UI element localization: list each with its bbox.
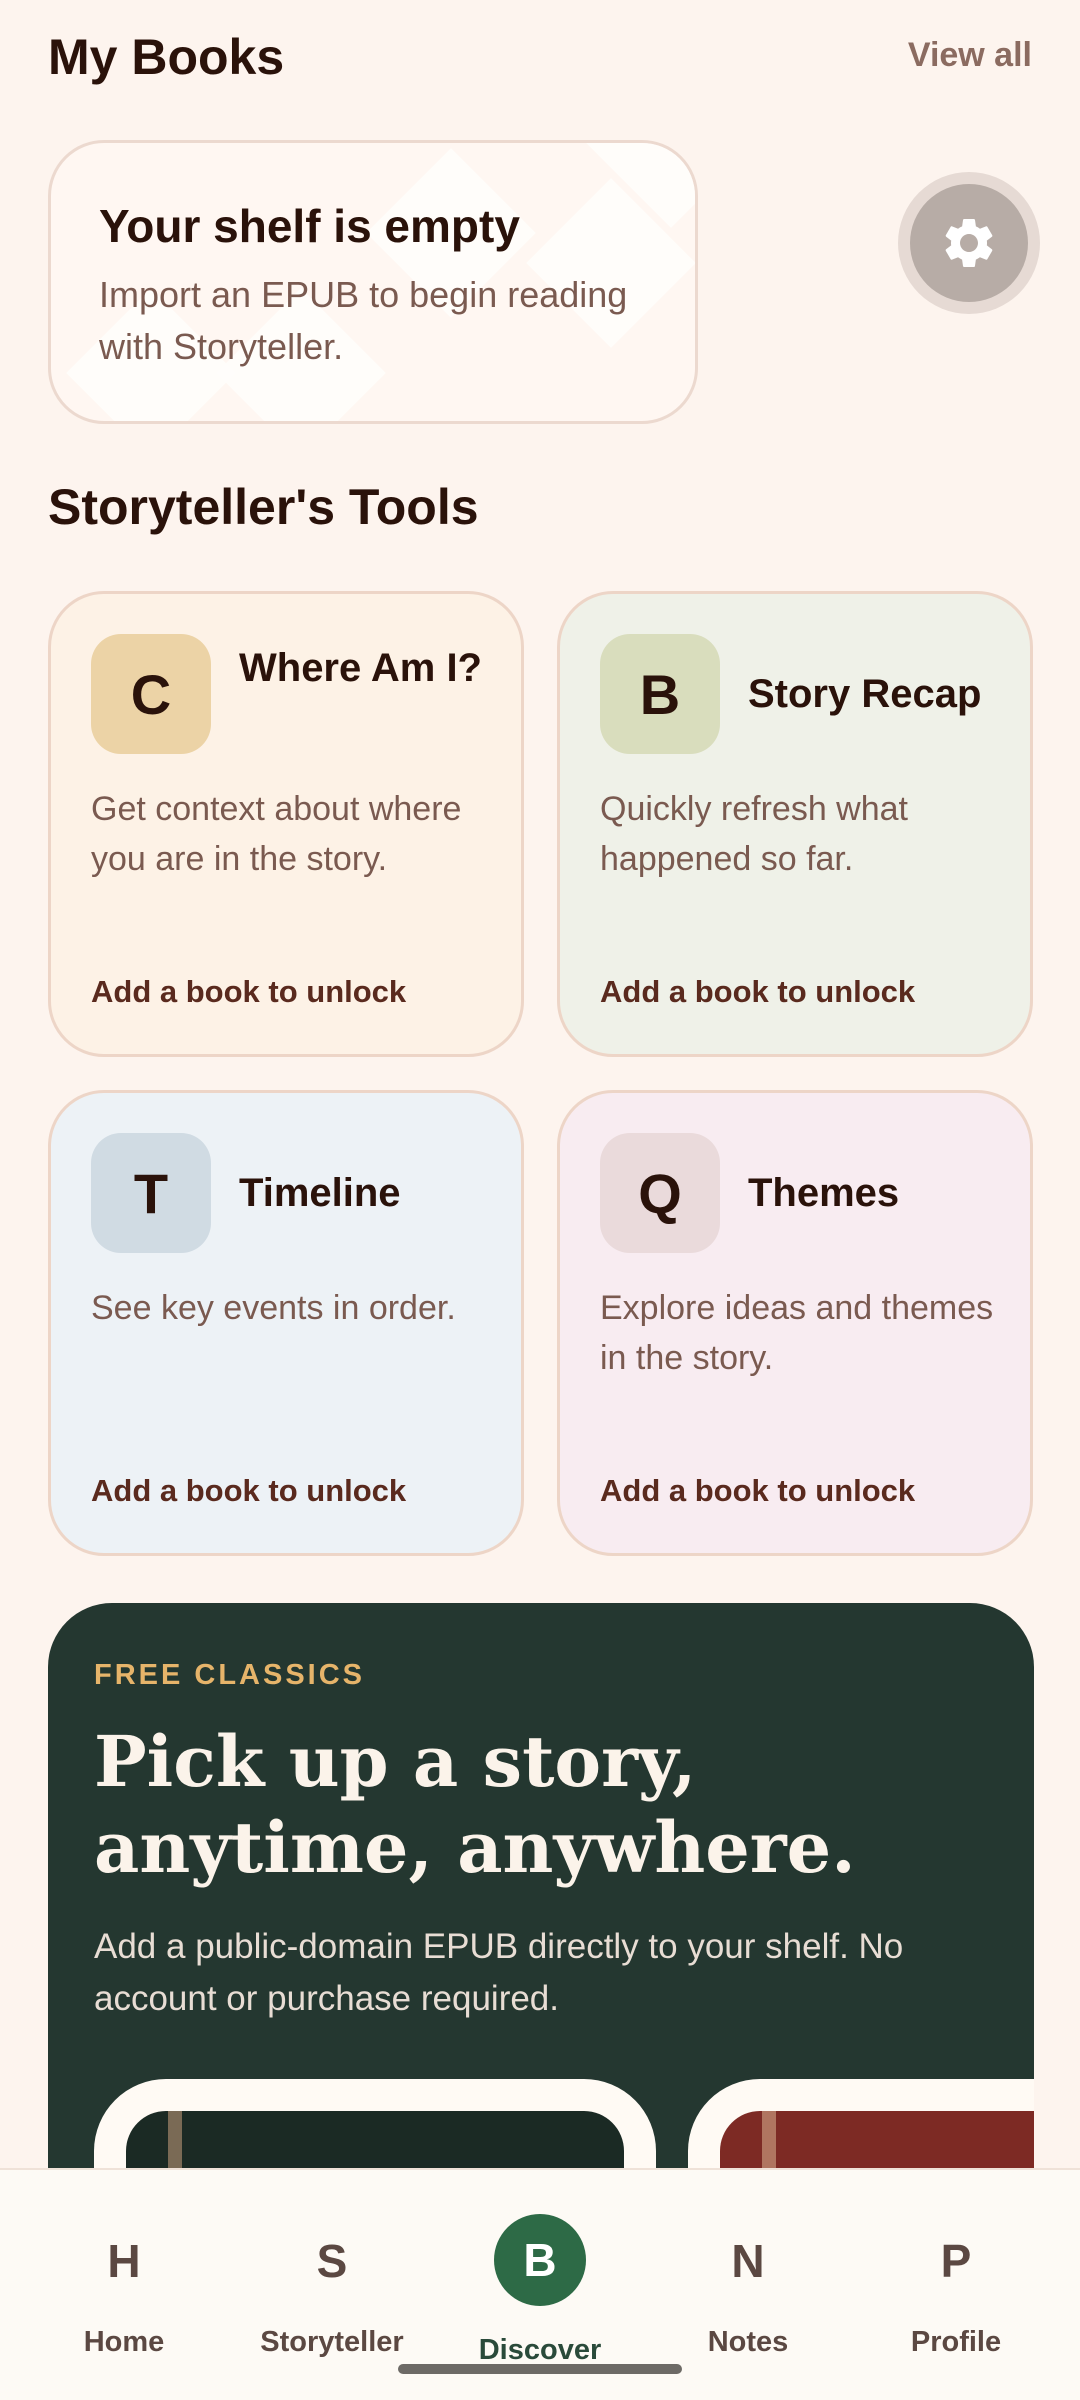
tool-badge: B xyxy=(600,634,720,754)
nav-item-profile[interactable]: P Profile xyxy=(848,2170,1064,2400)
settings-button-inner xyxy=(910,184,1028,302)
tool-description: Get context about where you are in the s… xyxy=(91,790,462,878)
page-title: My Books xyxy=(48,29,285,85)
home-indicator[interactable] xyxy=(398,2364,682,2374)
nav-icon-home: H xyxy=(107,2235,141,2287)
tool-unlock-label: Add a book to unlock xyxy=(91,974,407,1009)
tool-name: Timeline xyxy=(239,1171,401,1215)
discover-screen: My Books View all Your shelf is empty Im… xyxy=(0,0,1080,2400)
gear-icon xyxy=(945,219,993,267)
tool-unlock-label: Add a book to unlock xyxy=(600,1473,916,1508)
tool-card-themes[interactable]: Q Themes Explore ideas and themes in the… xyxy=(557,1090,1033,1556)
tool-card-story-recap[interactable]: B Story Recap Quickly refresh what happe… xyxy=(557,591,1033,1057)
tool-unlock-label: Add a book to unlock xyxy=(600,974,916,1009)
classics-subtitle: Add a public-domain EPUB directly to you… xyxy=(94,1927,904,2018)
nav-icon-notes: N xyxy=(731,2235,765,2287)
nav-label: Home xyxy=(83,2326,165,2358)
tool-badge: Q xyxy=(600,1133,720,1253)
empty-shelf-title: Your shelf is empty xyxy=(99,200,520,252)
tools-section-title: Storyteller's Tools xyxy=(48,479,479,535)
tool-description: See key events in order. xyxy=(91,1289,456,1327)
classics-kicker: FREE CLASSICS xyxy=(94,1659,366,1691)
nav-label: Storyteller xyxy=(260,2326,404,2358)
tool-description: Explore ideas and themes in the story. xyxy=(600,1289,994,1377)
nav-icon-discover: B xyxy=(494,2214,586,2306)
empty-shelf-card: Your shelf is empty Import an EPUB to be… xyxy=(48,140,698,424)
nav-item-home[interactable]: H Home xyxy=(16,2170,232,2400)
tool-badge: T xyxy=(91,1133,211,1253)
tool-card-timeline[interactable]: T Timeline See key events in order. Add … xyxy=(48,1090,524,1556)
tool-badge: C xyxy=(91,634,211,754)
tool-card-where-am-i[interactable]: C Where Am I? Get context about where yo… xyxy=(48,591,524,1057)
settings-button[interactable] xyxy=(898,172,1040,314)
nav-icon-profile: P xyxy=(940,2235,972,2287)
view-all-link[interactable]: View all xyxy=(908,36,1032,75)
tool-name: Themes xyxy=(748,1171,900,1215)
classics-title: Pick up a story, anytime, anywhere. xyxy=(94,1720,856,1889)
tool-name: Story Recap xyxy=(748,672,982,716)
nav-label: Discover xyxy=(478,2334,602,2366)
tool-name: Where Am I? xyxy=(239,646,482,690)
tool-unlock-label: Add a book to unlock xyxy=(91,1473,407,1508)
nav-label: Notes xyxy=(707,2326,789,2358)
empty-shelf-subtitle: Import an EPUB to begin reading with Sto… xyxy=(99,274,628,367)
nav-icon-storyteller: S xyxy=(316,2235,348,2287)
nav-label: Profile xyxy=(910,2326,1002,2358)
tool-description: Quickly refresh what happened so far. xyxy=(600,790,908,878)
